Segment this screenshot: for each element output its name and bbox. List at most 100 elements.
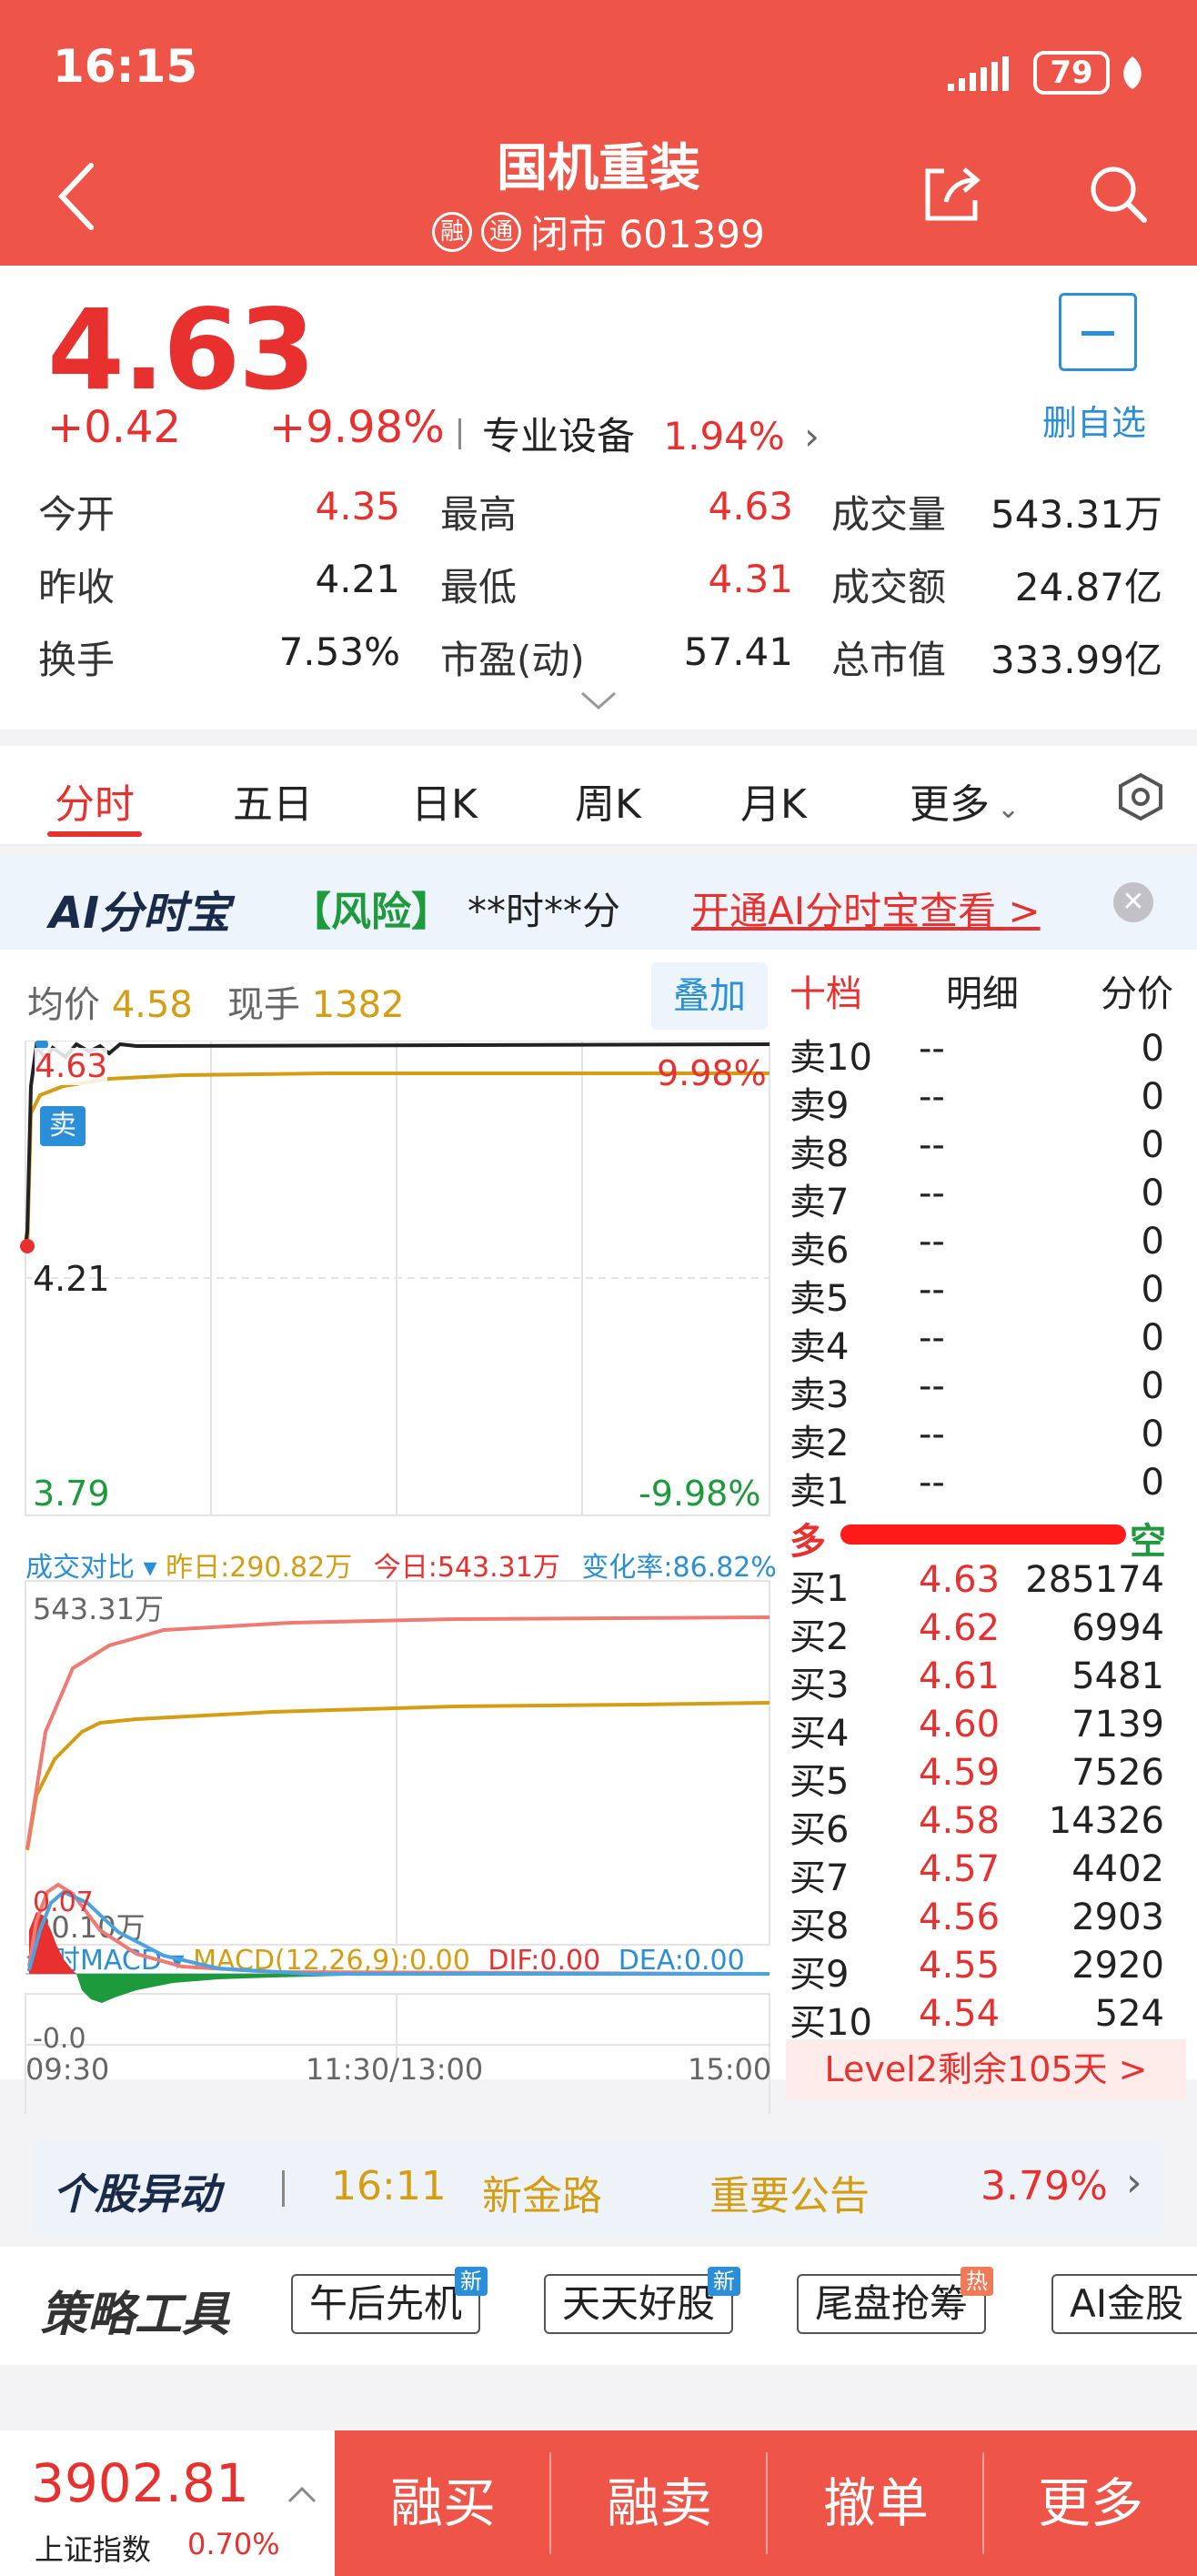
sell-row[interactable]: 卖1 -- 0 — [790, 1462, 1172, 1513]
more-button[interactable]: 更多 — [982, 2430, 1197, 2576]
ai-cta[interactable]: 开通AI分时宝查看 > — [691, 880, 1041, 936]
avg-price-line — [25, 1072, 770, 1251]
level-label: 买9 — [790, 1954, 850, 1996]
movement-type: 重要公告 — [709, 2173, 870, 2219]
tab-more-label: 更多 — [910, 781, 990, 828]
sell-row[interactable]: 卖8 -- 0 — [790, 1124, 1172, 1175]
stat-value: 24.87亿 — [1014, 565, 1162, 609]
ob-tab-price[interactable]: 分价 — [1101, 964, 1173, 1017]
overlay-button[interactable]: 叠加 — [651, 962, 768, 1030]
level-label: 买10 — [790, 2002, 872, 2044]
stat-label: 最高 — [440, 492, 518, 537]
yesterday-volume-line — [25, 1701, 770, 1851]
level-volume: 14326 — [1048, 1800, 1164, 1842]
level-volume: 7526 — [1071, 1752, 1164, 1794]
buy-row[interactable]: 买9 4.55 2920 — [790, 1945, 1172, 1996]
level-volume: 0 — [1141, 1172, 1164, 1214]
stat-label: 昨收 — [38, 565, 116, 609]
sell-marker[interactable]: 卖 — [40, 1106, 86, 1146]
sector-name: 专业设备 — [482, 414, 636, 458]
sell-row[interactable]: 卖5 -- 0 — [790, 1269, 1172, 1320]
stock-movement-bar[interactable]: 个股异动 16:11 新金路 重要公告 3.79% › — [31, 2139, 1164, 2234]
market-status: 闭市 601399 — [530, 212, 765, 257]
chip-closing[interactable]: 尾盘抢筹热 — [797, 2267, 994, 2334]
risk-label: 【风险】 — [291, 889, 451, 935]
open-point — [20, 1239, 35, 1253]
level-volume: 285174 — [1025, 1559, 1164, 1601]
bear-label: 空 — [1130, 1521, 1166, 1563]
tab-more[interactable]: 更多 ⌄ — [910, 771, 1020, 830]
chip-afternoon[interactable]: 午后先机新 — [291, 2267, 488, 2334]
stat-label: 成交量 — [831, 492, 947, 537]
strategy-tools: 策略工具 午后先机新 天天好股新 尾盘抢筹热 AI金股 — [0, 2247, 1197, 2365]
last-price: 4.63 — [47, 286, 316, 415]
level-label: 卖9 — [790, 1085, 850, 1127]
bottom-bar: 3902.81 上证指数 0.70% 融买 融卖 撤单 更多 — [0, 2430, 1197, 2576]
level-price: -- — [919, 1124, 945, 1166]
ai-banner[interactable]: AI分时宝 【风险】 **时**分 开通AI分时宝查看 > ✕ — [0, 855, 1197, 950]
level-volume: 2903 — [1071, 1897, 1164, 1938]
sell-row[interactable]: 卖10 -- 0 — [790, 1028, 1172, 1079]
buy-row[interactable]: 买10 4.54 524 — [790, 1993, 1172, 2044]
buy-row[interactable]: 买4 4.60 7139 — [790, 1704, 1172, 1755]
level-volume: 6994 — [1071, 1607, 1164, 1649]
buy-row[interactable]: 买8 4.56 2903 — [790, 1897, 1172, 1947]
search-button[interactable] — [1086, 162, 1150, 229]
level-price: -- — [919, 1414, 945, 1455]
margin-buy-button[interactable]: 融买 — [335, 2430, 551, 2576]
tab-monthly-k[interactable]: 月K — [740, 771, 807, 830]
price-change-pct: +9.98% — [269, 402, 445, 453]
buy-row[interactable]: 买3 4.61 5481 — [790, 1655, 1172, 1706]
sell-row[interactable]: 卖2 -- 0 — [790, 1414, 1172, 1464]
chevron-up-icon[interactable] — [286, 2485, 318, 2509]
sector-pct: 1.94% — [663, 414, 785, 458]
intraday-chart-area: 均价 4.58 现手 1382 叠加 4.63 9.98% 卖 4.21 3.7… — [0, 950, 1197, 2114]
cancel-order-button[interactable]: 撤单 — [768, 2430, 984, 2576]
new-badge: 新 — [708, 2267, 741, 2296]
vol-title[interactable]: 成交对比 — [25, 1552, 135, 1584]
ai-logo: AI分时宝 — [49, 888, 231, 939]
close-icon[interactable]: ✕ — [1113, 882, 1153, 922]
ai-time: **时**分 — [468, 889, 621, 933]
level-volume: 2920 — [1071, 1945, 1164, 1987]
settings-hexagon-icon[interactable] — [1115, 771, 1166, 826]
remove-watch-label[interactable]: 删自选 — [1042, 395, 1146, 445]
buy-row[interactable]: 买5 4.59 7526 — [790, 1752, 1172, 1803]
level-volume: 5481 — [1071, 1655, 1164, 1697]
buy-row[interactable]: 买2 4.62 6994 — [790, 1607, 1172, 1658]
strategy-logo: 策略工具 — [40, 2288, 230, 2342]
level-label: 卖8 — [790, 1133, 850, 1175]
buy-row[interactable]: 买1 4.63 285174 — [790, 1559, 1172, 1610]
stat-label: 最低 — [440, 565, 518, 609]
ob-tab-detail[interactable]: 明细 — [946, 964, 1019, 1017]
chevron-down-icon[interactable] — [578, 689, 619, 715]
level-price: -- — [919, 1221, 945, 1263]
sell-row[interactable]: 卖7 -- 0 — [790, 1172, 1172, 1223]
level-label: 买8 — [790, 1906, 850, 1947]
sell-row[interactable]: 卖9 -- 0 — [790, 1076, 1172, 1127]
tab-five-day[interactable]: 五日 — [233, 771, 313, 830]
sell-row[interactable]: 卖3 -- 0 — [790, 1365, 1172, 1416]
stat-label: 总市值 — [831, 638, 947, 682]
sell-row[interactable]: 卖6 -- 0 — [790, 1221, 1172, 1272]
sell-row[interactable]: 卖4 -- 0 — [790, 1317, 1172, 1368]
chip-ai-gold[interactable]: AI金股 — [1051, 2274, 1197, 2334]
share-button[interactable] — [920, 162, 984, 229]
index-value[interactable]: 3902.81 — [31, 2452, 249, 2514]
level2-button[interactable]: Level2剩余105天 > — [786, 2039, 1186, 2099]
tab-intraday[interactable]: 分时 — [55, 771, 135, 830]
buy-row[interactable]: 买7 4.57 4402 — [790, 1848, 1172, 1899]
buy-row[interactable]: 买6 4.58 14326 — [790, 1800, 1172, 1851]
remove-watch-button[interactable] — [1059, 293, 1137, 371]
tab-weekly-k[interactable]: 周K — [575, 771, 641, 830]
sector-link[interactable]: 专业设备 1.94% › — [482, 406, 820, 461]
macd-top-label: 0.07 — [33, 1887, 94, 1918]
chip-daily-stock[interactable]: 天天好股新 — [544, 2267, 741, 2334]
ob-tab-depth[interactable]: 十档 — [790, 964, 862, 1017]
stat-value: 4.63 — [708, 484, 793, 528]
tab-daily-k[interactable]: 日K — [411, 771, 478, 830]
level-volume: 524 — [1094, 1993, 1164, 2035]
margin-sell-button[interactable]: 融卖 — [551, 2430, 768, 2576]
divider — [282, 2170, 285, 2207]
new-badge: 新 — [455, 2267, 488, 2296]
